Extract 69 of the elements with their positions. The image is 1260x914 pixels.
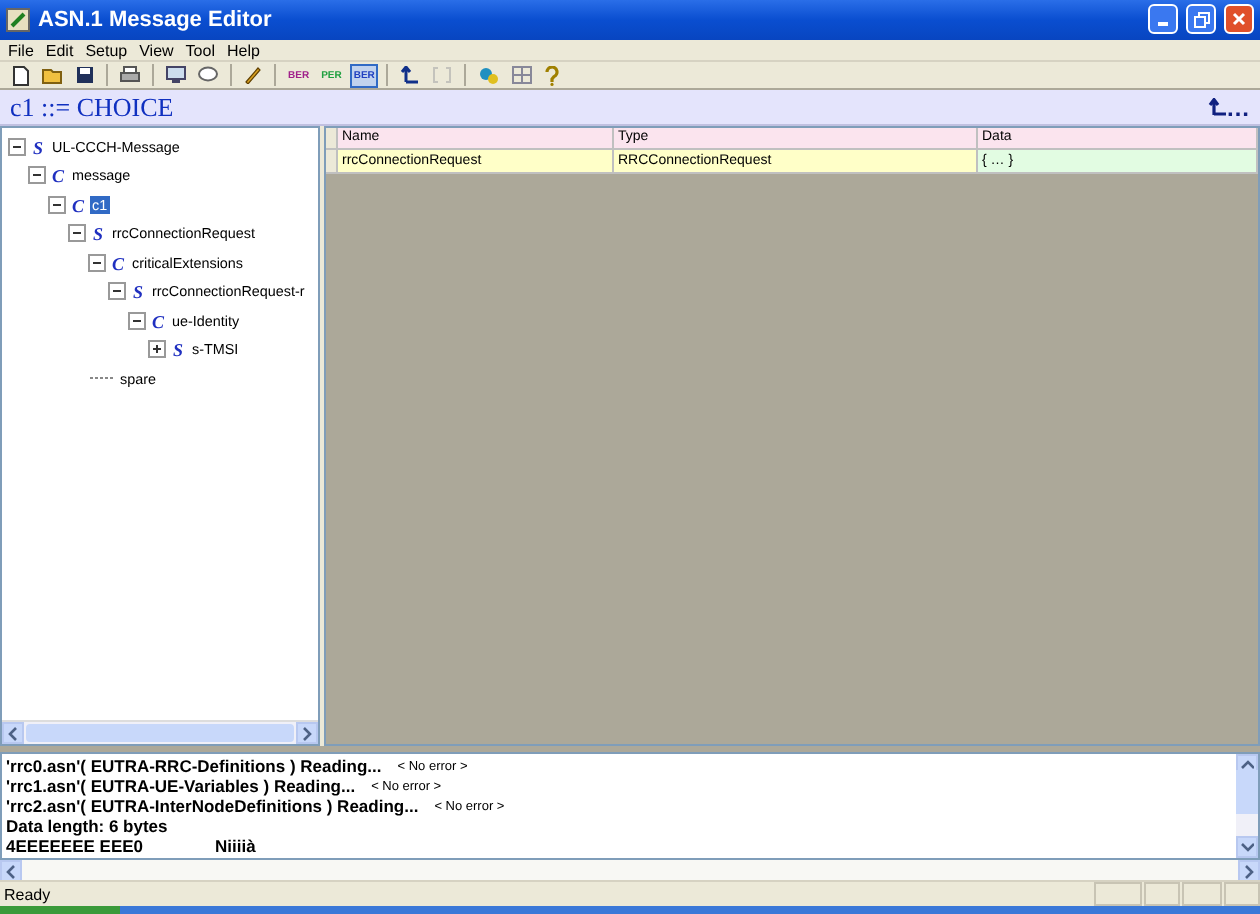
tool-button[interactable] [8, 63, 34, 88]
log-line: 'rrc2.asn'( EUTRA-InterNodeDefinitions ) Reading... [6, 796, 419, 817]
log-line: 'rrc1.asn'( EUTRA-UE-Variables ) Reading... [6, 776, 356, 797]
scrollbar[interactable] [2, 720, 318, 745]
scroll-down-button[interactable] [1236, 836, 1258, 859]
up-arrow-icon [1208, 98, 1226, 117]
choice-type-icon: C [70, 195, 86, 214]
link-icon [478, 65, 501, 86]
restore-icon [1193, 11, 1209, 28]
scrollbar[interactable] [1236, 754, 1258, 859]
tool-button[interactable] [240, 63, 266, 88]
sequence-type-icon: S [90, 224, 106, 243]
status-text: Ready [2, 885, 53, 904]
menu-item[interactable]: Setup [85, 41, 128, 60]
collapse-icon[interactable] [108, 282, 126, 301]
help-icon [544, 65, 561, 86]
menu-item[interactable]: Help [226, 41, 260, 60]
menu-item[interactable]: View [139, 41, 174, 60]
status-panel [1144, 882, 1180, 907]
tool-button[interactable] [162, 63, 190, 88]
printer-icon [120, 66, 140, 85]
monitor-icon [166, 66, 186, 85]
sequence-type-icon: S [170, 340, 186, 359]
status-panel [1182, 882, 1222, 907]
choice-title: c1 ::= CHOICE [10, 91, 174, 124]
scroll-right-button[interactable] [296, 722, 318, 745]
status-panel [1094, 882, 1142, 907]
restore-button[interactable] [1186, 4, 1216, 35]
scroll-right-button[interactable] [1238, 860, 1260, 883]
log-line: Data length: 6 bytes [6, 816, 168, 837]
collapse-icon[interactable] [28, 166, 46, 185]
up-level-button[interactable]: … [1208, 93, 1250, 122]
pen-icon [244, 66, 262, 85]
bracket-icon [432, 66, 453, 85]
scrollbar[interactable] [0, 860, 1260, 881]
log-line: 'rrc0.asn'( EUTRA-RRC-Definitions ) Reading... [6, 756, 382, 777]
collapse-icon[interactable] [8, 137, 26, 156]
scroll-left-button[interactable] [2, 722, 24, 745]
menu-item[interactable]: File [8, 41, 34, 60]
collapse-icon[interactable] [88, 253, 106, 272]
collapse-icon[interactable] [68, 224, 86, 243]
grid-icon [512, 66, 533, 85]
app-icon [6, 7, 30, 32]
ascii-text: Niiiià [215, 836, 256, 857]
folder-icon [42, 66, 64, 85]
close-button[interactable] [1224, 4, 1254, 35]
new-document-icon [12, 65, 30, 86]
menu-item[interactable]: Edit [45, 41, 74, 60]
up-arrow-icon [400, 66, 421, 85]
minimize-button[interactable] [1148, 4, 1178, 35]
collapse-icon[interactable] [128, 311, 146, 330]
collapse-icon[interactable] [48, 195, 66, 214]
log-line: 4EEEEEEE EEE0 [6, 836, 144, 857]
sequence-type-icon: S [30, 137, 46, 156]
choice-type-icon: C [50, 166, 66, 185]
speech-bubble-icon [198, 66, 218, 85]
expand-icon[interactable] [148, 340, 166, 359]
menu-item[interactable]: Tool [185, 41, 215, 60]
status-panel [1224, 882, 1260, 907]
save-icon [76, 66, 94, 85]
choice-type-icon: C [150, 311, 166, 330]
null-type-icon [90, 372, 114, 385]
scroll-left-button[interactable] [0, 860, 22, 883]
window-title: ASN.1 Message Editor [38, 7, 274, 32]
tool-button[interactable] [72, 63, 98, 88]
tool-button[interactable] [116, 63, 144, 88]
sequence-type-icon: S [130, 282, 146, 301]
choice-type-icon: C [110, 253, 126, 272]
close-icon [1232, 12, 1246, 27]
